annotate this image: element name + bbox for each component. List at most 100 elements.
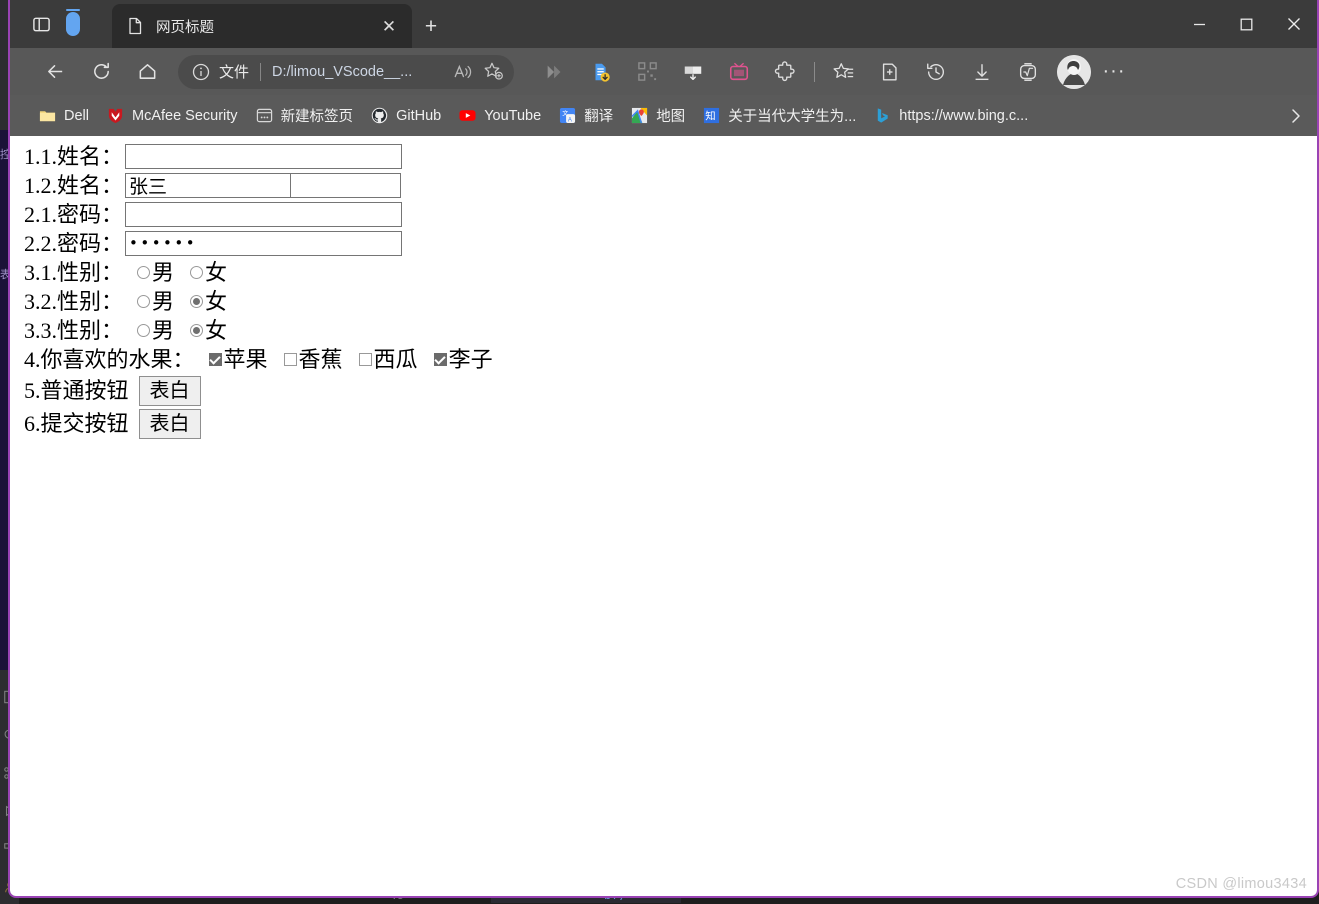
split-screen-icon[interactable]: [675, 54, 711, 90]
name-text-input[interactable]: [125, 144, 403, 169]
favorites-star-icon[interactable]: [826, 54, 862, 90]
collections-add-icon[interactable]: [872, 54, 908, 90]
row-label: 3.3.性别：: [24, 317, 124, 343]
form-row-name-text: 1.1.姓名：: [24, 142, 1317, 171]
bookmark-mcafee-security[interactable]: McAfee Security: [100, 102, 245, 130]
row-label: 3.2.性别：: [24, 288, 124, 314]
bookmark-github[interactable]: GitHub: [364, 102, 448, 130]
radio-label: 男: [152, 259, 175, 285]
address-url-text[interactable]: D:/limou_VScode__...: [272, 64, 448, 80]
radio-option[interactable]: 男: [137, 288, 175, 314]
close-icon[interactable]: [1270, 0, 1317, 48]
checkbox-label: 香蕉: [298, 346, 343, 372]
browser-navigation-bar: 文件 D:/limou_VScode__... ···: [10, 48, 1317, 95]
checkbox-label: 苹果: [223, 346, 268, 372]
name-filled-trailing-box: [291, 173, 402, 198]
radio-option[interactable]: 女: [190, 261, 227, 284]
bookmark-zhihu-article[interactable]: 知 关于当代大学生为...: [696, 102, 863, 130]
tab-title: 网页标题: [156, 19, 214, 36]
radio-option[interactable]: 女: [190, 317, 228, 343]
downloads-document-icon[interactable]: [583, 54, 619, 90]
address-bar[interactable]: 文件 D:/limou_VScode__...: [178, 54, 514, 89]
radio-icon-selected[interactable]: [190, 295, 204, 308]
radio-label: 女: [205, 317, 228, 343]
radio-icon[interactable]: [137, 295, 151, 308]
form-row-normal-button: 5.普通按钮 表白: [24, 374, 1317, 407]
gender-none-options: 男 女: [137, 259, 243, 285]
back-arrow-icon[interactable]: [37, 54, 73, 90]
maximize-icon[interactable]: [1223, 0, 1270, 48]
tab-list-icon[interactable]: [24, 8, 58, 40]
radio-label: 男: [152, 288, 175, 314]
browser-tab-active[interactable]: 网页标题 ✕: [112, 4, 412, 48]
google-translate-icon: 文 A: [559, 107, 576, 124]
add-favorite-icon[interactable]: [478, 57, 508, 87]
address-scheme-label: 文件: [219, 64, 250, 81]
bookmark-bing[interactable]: https://www.bing.c...: [867, 102, 1035, 130]
password-empty-input[interactable]: [125, 202, 403, 227]
minimize-icon[interactable]: [1176, 0, 1223, 48]
row-label: 5.普通按钮: [24, 377, 129, 403]
profile-avatar[interactable]: [1057, 54, 1091, 89]
bookmarks-overflow-chevron-icon[interactable]: [1281, 101, 1311, 131]
radio-option[interactable]: 男: [137, 319, 174, 342]
checkbox-icon[interactable]: [358, 353, 372, 366]
info-circle-icon: [192, 63, 210, 80]
bookmark-label: McAfee Security: [131, 107, 238, 124]
password-filled-input[interactable]: ••••••: [125, 231, 403, 256]
qr-code-icon[interactable]: [629, 54, 665, 90]
normal-button[interactable]: 表白: [138, 375, 201, 406]
new-tab-button[interactable]: +: [416, 11, 446, 41]
extensions-puzzle-icon[interactable]: [767, 54, 803, 90]
downloads-arrow-icon[interactable]: [964, 54, 1000, 90]
bookmark-maps[interactable]: 地图: [624, 102, 692, 130]
more-options-icon[interactable]: ···: [1097, 55, 1131, 89]
bookmark-label: Dell: [64, 107, 89, 124]
radio-icon[interactable]: [190, 266, 204, 279]
submit-button[interactable]: 表白: [138, 408, 201, 439]
checkbox-option[interactable]: 香蕉: [283, 346, 343, 372]
form-row-gender-female-a: 3.2.性别： 男 女: [24, 287, 1317, 316]
bookmark-label: 翻译: [584, 109, 614, 125]
address-divider: [260, 62, 262, 81]
checkbox-icon-checked[interactable]: [208, 353, 222, 366]
tv-video-icon[interactable]: [721, 54, 757, 90]
github-icon: [371, 107, 388, 124]
bookmark-youtube[interactable]: YouTube: [452, 102, 548, 130]
checkbox-label: 西瓜: [373, 346, 418, 372]
zhihu-icon: 知: [703, 107, 720, 124]
name-filled-input[interactable]: [125, 173, 292, 198]
checkbox-option[interactable]: 苹果: [208, 346, 268, 372]
bookmarks-bar: Dell McAfee Security 新建标签页 GitHub YouTub…: [10, 95, 1317, 136]
new-tab-page-icon: [256, 107, 273, 124]
radio-option[interactable]: 女: [190, 290, 227, 313]
bookmark-translate[interactable]: 文 A 翻译: [552, 102, 620, 130]
svg-text:知: 知: [705, 109, 715, 122]
checkbox-icon[interactable]: [283, 353, 297, 366]
radio-icon-selected[interactable]: [190, 324, 204, 337]
bookmark-new-tab-page[interactable]: 新建标签页: [249, 102, 361, 130]
youtube-icon: [459, 107, 476, 124]
row-label: 4.你喜欢的水果：: [24, 346, 195, 372]
history-clock-icon[interactable]: [918, 54, 954, 90]
checkbox-option[interactable]: 西瓜: [358, 346, 418, 372]
bookmark-label: 关于当代大学生为...: [728, 109, 857, 125]
radio-icon[interactable]: [137, 324, 151, 337]
reload-icon[interactable]: [83, 54, 119, 90]
row-label: 3.1.性别：: [24, 259, 124, 285]
page-document-icon: [129, 17, 142, 35]
checkbox-option[interactable]: 李子: [433, 348, 493, 371]
bookmark-dell[interactable]: Dell: [32, 102, 96, 130]
home-icon[interactable]: [129, 54, 165, 90]
gender-female-a-options: 男 女: [137, 288, 243, 314]
collections-chevron-icon[interactable]: [537, 54, 573, 90]
math-solver-icon[interactable]: [1010, 54, 1046, 90]
row-label: 1.1.姓名：: [24, 143, 124, 169]
close-icon[interactable]: ✕: [376, 13, 402, 39]
read-aloud-icon[interactable]: [448, 57, 478, 87]
radio-icon[interactable]: [137, 266, 151, 279]
checkbox-icon-checked[interactable]: [433, 353, 447, 366]
radio-option[interactable]: 男: [137, 259, 175, 285]
bookmark-label: 地图: [656, 109, 686, 125]
vertical-tab-pill-icon[interactable]: [64, 9, 82, 39]
